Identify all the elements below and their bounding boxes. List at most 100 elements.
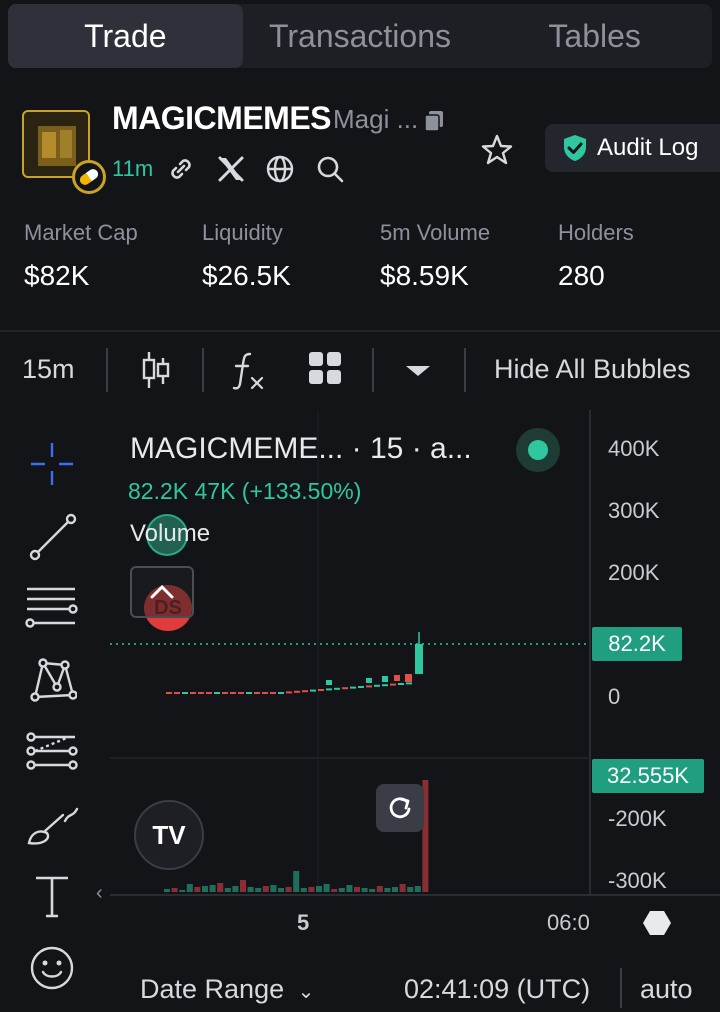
candlestick-icon[interactable] xyxy=(140,350,172,390)
candle xyxy=(350,686,356,689)
x-tick: 5 xyxy=(297,910,310,935)
candle xyxy=(222,692,228,694)
collapse-legend-button[interactable] xyxy=(130,566,194,618)
candle xyxy=(254,692,260,694)
candle xyxy=(198,692,204,694)
candle xyxy=(334,687,340,690)
volume-bar xyxy=(247,887,254,892)
volume-bar xyxy=(316,886,322,892)
volume-bar xyxy=(369,889,376,892)
candle xyxy=(415,644,423,674)
volume-bar xyxy=(278,888,284,892)
x-tick: 06:0 xyxy=(547,910,590,935)
last-price-tag: 82.2K xyxy=(592,627,682,661)
candle xyxy=(318,689,324,691)
candle xyxy=(326,688,332,691)
volume-bar xyxy=(346,885,353,892)
candle xyxy=(398,683,404,685)
volume-bar xyxy=(285,887,292,892)
date-range-button[interactable]: Date Range ⌄ xyxy=(140,974,314,1005)
volume-bar xyxy=(194,887,201,892)
candle xyxy=(166,692,172,694)
volume-bar xyxy=(255,888,262,892)
volume-bar xyxy=(399,884,406,892)
candle xyxy=(230,692,236,694)
candle xyxy=(382,684,388,687)
globe-icon[interactable] xyxy=(265,154,295,184)
grid-layout-icon[interactable] xyxy=(307,350,343,386)
link-icon[interactable] xyxy=(166,154,196,184)
stat-label: Market Cap xyxy=(24,220,138,245)
chart-toolbar: 15m Hide All Bubbles xyxy=(0,346,720,396)
volume-bar xyxy=(300,888,307,892)
token-age: 11m xyxy=(112,156,154,181)
settings-hex-icon[interactable] xyxy=(642,908,672,938)
tab-transactions[interactable]: Transactions xyxy=(243,4,478,68)
chart-legend-name: MAGICMEME... · 15 · a... xyxy=(130,432,472,465)
y-tick: 200K xyxy=(608,560,660,585)
tab-tables[interactable]: Tables xyxy=(477,4,712,68)
reset-icon xyxy=(389,797,411,819)
pill-icon xyxy=(72,160,106,194)
token-name: MAGICMEMES xyxy=(112,100,332,136)
volume-bar xyxy=(202,886,208,892)
stat-label: 5m Volume xyxy=(380,220,491,245)
candle xyxy=(286,691,292,694)
candle xyxy=(174,692,180,694)
volume-bar xyxy=(323,884,330,892)
volume-bar xyxy=(414,886,421,892)
section-divider xyxy=(0,330,720,332)
stat-value: 280 xyxy=(558,260,605,291)
candle xyxy=(278,692,284,694)
volume-bar xyxy=(171,888,178,892)
interval-selector[interactable]: 15m xyxy=(22,354,75,385)
candle xyxy=(214,692,220,694)
volume-bar xyxy=(270,885,277,892)
candle xyxy=(310,689,316,692)
volume-bar xyxy=(392,887,398,892)
auto-scale-button[interactable]: auto xyxy=(640,974,693,1005)
volume-bar xyxy=(384,888,391,892)
volume-bar xyxy=(338,888,345,892)
candle xyxy=(302,690,308,693)
live-status-dot xyxy=(516,428,560,472)
audit-log-button[interactable]: Audit Log xyxy=(545,124,720,172)
utc-clock: 02:41:09 (UTC) xyxy=(404,974,591,1004)
candle xyxy=(390,683,396,686)
indicator-fx-icon[interactable] xyxy=(232,350,266,392)
volume-bar xyxy=(186,884,193,892)
chart-bottom-bar: Date Range ⌄ 02:41:09 (UTC) auto xyxy=(0,966,720,1012)
stat-holders: Holders 280 xyxy=(558,220,634,292)
volume-bar xyxy=(209,885,216,892)
tradingview-logo[interactable]: TV xyxy=(134,800,204,870)
volume-bar xyxy=(376,886,383,892)
copy-icon[interactable] xyxy=(424,110,444,132)
candle xyxy=(294,690,300,693)
dropdown-arrow-icon[interactable] xyxy=(404,364,432,378)
star-icon[interactable] xyxy=(480,133,514,167)
search-icon[interactable] xyxy=(315,154,345,184)
candle xyxy=(262,692,268,694)
volume-bar xyxy=(361,888,368,892)
stat-5m-volume: 5m Volume $8.59K xyxy=(380,220,490,292)
hide-all-bubbles-button[interactable]: Hide All Bubbles xyxy=(494,354,691,385)
x-icon[interactable] xyxy=(216,154,246,184)
chevron-up-icon xyxy=(150,584,174,599)
volume-bar xyxy=(240,880,246,892)
y-tick: -200K xyxy=(608,806,667,831)
volume-bar xyxy=(164,889,170,892)
reset-chart-button[interactable] xyxy=(376,784,424,832)
volume-bar xyxy=(179,890,186,892)
candle xyxy=(238,692,244,694)
volume-bar xyxy=(308,887,315,892)
candle xyxy=(182,692,188,694)
shield-check-icon xyxy=(564,135,586,161)
volume-bar xyxy=(331,889,338,892)
stat-value: $82K xyxy=(24,260,90,291)
y-tick: 300K xyxy=(608,498,660,523)
stat-liquidity: Liquidity $26.5K xyxy=(202,220,291,292)
date-range-label: Date Range xyxy=(140,974,285,1004)
volume-bar xyxy=(293,871,300,892)
volume-bar xyxy=(232,886,239,892)
tab-trade[interactable]: Trade xyxy=(8,4,243,68)
